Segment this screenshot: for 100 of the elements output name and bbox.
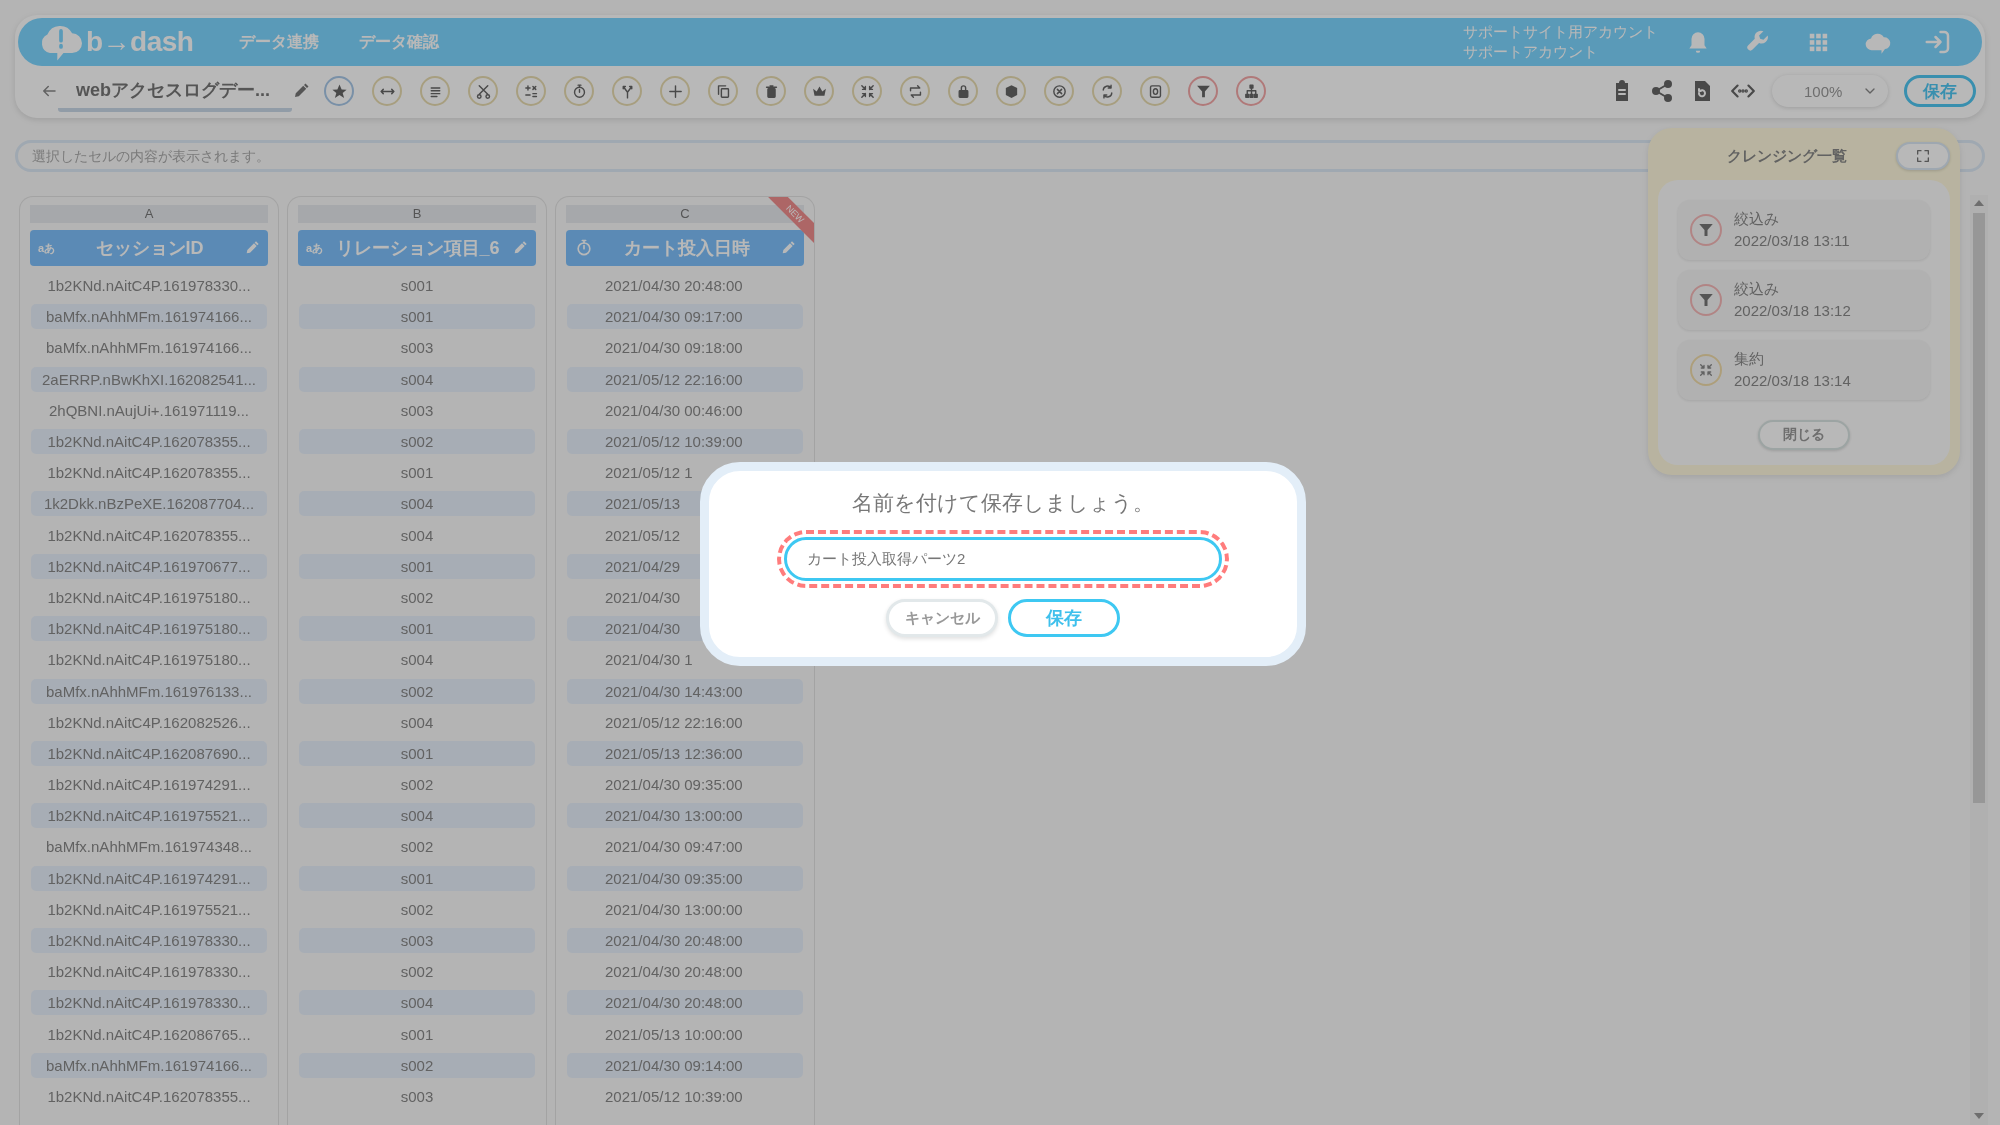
pencil-icon: [292, 82, 310, 100]
cleansing-step[interactable]: 絞込み 2022/03/18 13:12: [1678, 270, 1930, 330]
table-cell-text: 1b2KNd.nAitC4P.161975180...: [46, 650, 252, 671]
table-cell: 1b2KNd.nAitC4P.161978330...: [31, 990, 267, 1016]
table-cell-text: 1b2KNd.nAitC4P.162078355...: [46, 525, 252, 546]
column-header[interactable]: aあ リレーション項目_6: [298, 230, 536, 266]
toolbar-button[interactable]: [1188, 76, 1218, 106]
toolbar-button[interactable]: [756, 76, 786, 106]
save-button[interactable]: 保存: [1008, 599, 1120, 637]
table-cell-text: s002: [399, 899, 435, 920]
step-label: 集約: [1734, 349, 1765, 369]
close-button[interactable]: 閉じる: [1758, 420, 1850, 450]
hierarchy-icon: [1242, 82, 1260, 100]
toolbar-button[interactable]: [468, 76, 498, 106]
toolbar-button[interactable]: [900, 76, 930, 106]
table-cell: 1b2KNd.nAitC4P.161975180...: [31, 616, 267, 642]
toolbar-button[interactable]: [804, 76, 834, 106]
toolbar-button[interactable]: [372, 76, 402, 106]
nav-link[interactable]: データ連携: [239, 31, 320, 53]
report-title[interactable]: webアクセスログデー...: [58, 78, 292, 112]
table-cell: 1b2KNd.nAitC4P.161978330...: [31, 928, 267, 954]
table-cell: s004: [299, 491, 535, 517]
share-button[interactable]: [1650, 79, 1674, 103]
stopwatch-icon: [574, 238, 594, 258]
table-cell: s004: [299, 990, 535, 1016]
save-button[interactable]: 保存: [1904, 75, 1976, 107]
pencil-icon: [780, 240, 796, 256]
toolbar-button[interactable]: [1236, 76, 1266, 106]
table-cell-text: 2021/04/30 00:46:00: [604, 400, 744, 421]
toolbar-button[interactable]: [612, 76, 642, 106]
column-header[interactable]: aあ セッションID: [30, 230, 268, 266]
table-cell-text: 2021/04/30 09:47:00: [604, 837, 744, 858]
table-cell: 2aERRP.nBwKhXI.162082541...: [31, 366, 267, 392]
table-cell-text: 2021/04/30 1: [604, 650, 694, 671]
step-label: 絞込み: [1734, 209, 1780, 229]
table-cell-text: 2021/05/12: [604, 525, 682, 546]
cancel-button[interactable]: キャンセル: [886, 599, 998, 637]
table-cell-text: s001: [399, 463, 435, 484]
toolbar-button[interactable]: [1140, 76, 1170, 106]
table-cell-text: 2hQBNI.nAujUi+.161971119...: [48, 400, 250, 421]
logo-text[interactable]: b→dash: [86, 26, 194, 58]
table-cell-text: 1b2KNd.nAitC4P.161978330...: [46, 276, 252, 297]
table-cell: 2021/05/12 10:39:00: [567, 429, 803, 455]
grid-icon: [1807, 31, 1829, 53]
column-header[interactable]: カート投入日時: [566, 230, 804, 266]
share-icon: [1650, 79, 1674, 103]
table-cell-text: s002: [399, 962, 435, 983]
toolbar-button[interactable]: [660, 76, 690, 106]
table-cell: 2021/05/13 12:36:00: [567, 740, 803, 766]
table-cell: 2021/04/30 14:43:00: [567, 678, 803, 704]
table-cell-text: 2021/05/13 10:00:00: [604, 1024, 744, 1045]
account-name: サポートアカウント: [1463, 42, 1599, 62]
column-letter: A: [30, 205, 268, 223]
cleansing-step[interactable]: 集約 2022/03/18 13:14: [1678, 340, 1930, 400]
table-cell-text: s004: [399, 712, 435, 733]
table-cell: s002: [299, 429, 535, 455]
filter-icon: [1697, 291, 1715, 309]
toolbar-button[interactable]: [996, 76, 1026, 106]
edit-title-button[interactable]: [292, 82, 310, 100]
table-cell: 2021/05/12 22:16:00: [567, 366, 803, 392]
table-cell-text: s003: [399, 1086, 435, 1107]
table-cell: s001: [299, 553, 535, 579]
pencil-icon: [512, 240, 528, 256]
x-circle-icon: [1050, 82, 1068, 100]
table-cell: baMfx.nAhhMFm.161974166...: [31, 1052, 267, 1078]
table-cell-text: s002: [399, 587, 435, 608]
dialog-title: 名前を付けて保存しましょう。: [852, 490, 1154, 516]
table-cell-text: 2021/04/30 13:00:00: [604, 899, 744, 920]
table-cell-text: 2021/04/30 09:35:00: [604, 775, 744, 796]
toolbar-button[interactable]: [324, 76, 354, 106]
toolbar-button[interactable]: [420, 76, 450, 106]
table-cell: s004: [299, 803, 535, 829]
table-cell-text: 2021/05/12 10:39:00: [604, 1086, 744, 1107]
toolbar-button[interactable]: [852, 76, 882, 106]
table-cell-text: s003: [399, 338, 435, 359]
table-cell-text: s002: [399, 775, 435, 796]
filter-icon: [1697, 221, 1715, 239]
table-cell-text: s001: [399, 1024, 435, 1045]
table-cell-text: s004: [399, 525, 435, 546]
table-cell: 2021/04/30 09:35:00: [567, 865, 803, 891]
toolbar-button[interactable]: [564, 76, 594, 106]
cleansing-step[interactable]: 絞込み 2022/03/18 13:11: [1678, 200, 1930, 260]
toolbar-button[interactable]: [1044, 76, 1074, 106]
table-cell-text: 1b2KNd.nAitC4P.161978330...: [46, 962, 252, 983]
table-cell-text: baMfx.nAhhMFm.161974166...: [45, 338, 253, 359]
table-cell-text: 1b2KNd.nAitC4P.162078355...: [46, 463, 252, 484]
nav-link[interactable]: データ確認: [359, 31, 440, 53]
table-cell: 2021/04/30 13:00:00: [567, 803, 803, 829]
toolbar-button[interactable]: [516, 76, 546, 106]
scrollbar[interactable]: [1970, 195, 1988, 1125]
table-cell-text: 2021/04/30 09:18:00: [604, 338, 744, 359]
toolbar-button[interactable]: [948, 76, 978, 106]
step-time: 2022/03/18 13:12: [1734, 301, 1851, 321]
toolbar-button[interactable]: [708, 76, 738, 106]
zoom-select[interactable]: 100%: [1772, 75, 1888, 107]
toolbar-button[interactable]: [1092, 76, 1122, 106]
pencil-icon: [244, 240, 260, 256]
type-label: aあ: [38, 240, 56, 256]
type-label: aあ: [306, 240, 324, 256]
table-cell: 2021/04/30 20:48:00: [567, 990, 803, 1016]
